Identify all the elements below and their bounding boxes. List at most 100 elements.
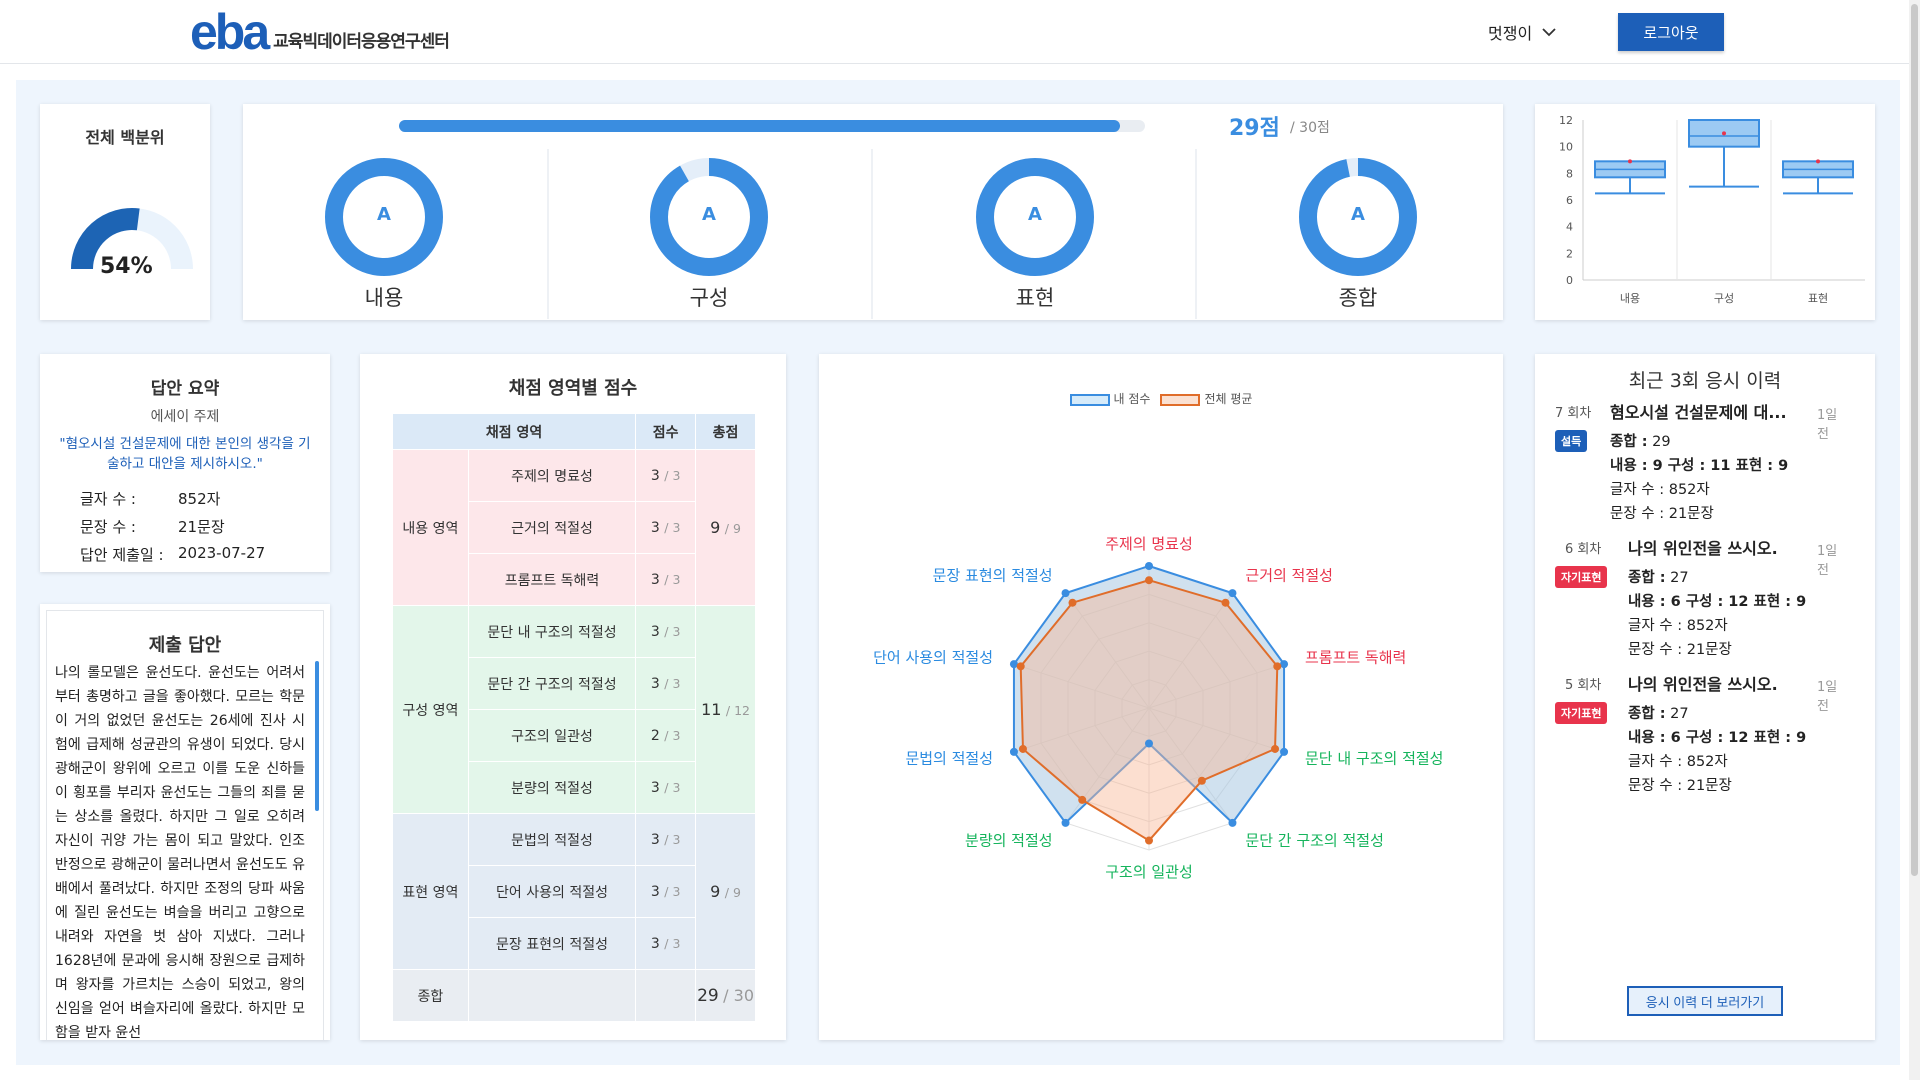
history-total: 종합 : 29 [1610, 430, 1671, 451]
criterion-label: 단어 사용의 적절성 [467, 865, 637, 918]
grade-letter: A [1028, 204, 1042, 225]
scrollbar-thumb[interactable] [1911, 4, 1918, 876]
history-total-value: 27 [1670, 706, 1689, 722]
answer-scrollbar[interactable] [315, 661, 319, 811]
history-question[interactable]: 나의 위인전을 쓰시오. [1628, 671, 1828, 695]
history-sentences: 문장 수 : 21문장 [1628, 778, 1732, 794]
history-question[interactable]: 나의 위인전을 쓰시오. [1628, 535, 1828, 559]
criterion-score: 3 / 3 [635, 553, 697, 606]
history-total-value: 29 [1652, 434, 1671, 450]
grade-letter: A [1351, 204, 1365, 225]
criterion-score: 3 / 3 [635, 657, 697, 710]
answer-title: 제출 답안 [148, 635, 222, 656]
radar-axis-label: 구조의 일관성 [1105, 863, 1193, 881]
genre-badge: 자기표현 [1555, 566, 1608, 588]
history-question[interactable]: 혐오시설 건설문제에 대... [1610, 399, 1810, 423]
radar-point [1016, 662, 1025, 671]
history-sentences: 문장 수 : 21문장 [1610, 506, 1714, 522]
radar-axis-label: 문단 내 구조의 적절성 [1305, 750, 1444, 768]
total-score-value: 29 [697, 985, 719, 1006]
submitted-answer-card: 제출 답안 나의 롤모델은 윤선도다. 윤선도는 어려서부터 총명하고 글을 좋… [40, 604, 330, 1040]
radar-point [1145, 836, 1153, 845]
history-parts: 내용 : 6 구성 : 12 표현 : 9 [1628, 730, 1807, 746]
top-header: eba 교육빅데이터응용연구센터 멋쟁이 로그아웃 [0, 0, 1920, 64]
score-value: 3 [650, 779, 660, 796]
summary-row: 문장 수 : 21문장 [80, 516, 225, 537]
table-header-row: 채점 영역 점수 총점 [391, 413, 756, 450]
history-total-value: 27 [1670, 570, 1689, 586]
group-total: 9 / 9 [695, 449, 756, 606]
score-max: / 3 [664, 831, 681, 847]
user-menu[interactable]: 멋쟁이 [1488, 20, 1556, 44]
score-value: 2 [650, 727, 660, 744]
score-value: 3 [650, 831, 660, 848]
history-round: 7 회차 [1555, 406, 1592, 421]
history-round: 6 회차 [1565, 542, 1602, 557]
score-table-title: 채점 영역별 점수 [508, 378, 638, 399]
eba-logo[interactable]: eba 교육빅데이터응용연구센터 [190, 4, 450, 60]
total-score-max: / 30 [723, 985, 755, 1005]
criterion-score: 2 / 3 [635, 709, 697, 762]
history-item[interactable]: 5 회차 나의 위인전을 쓰시오. 1일 전 자기표현 종합 : 27 내용 :… [1555, 674, 1845, 804]
page-scrollbar[interactable] [1909, 0, 1920, 1080]
group-total-value: 11 [701, 700, 722, 719]
radar-point [1197, 776, 1206, 785]
history-item[interactable]: 7 회차 혐오시설 건설문제에 대... 1일 전 설득 종합 : 29 내용 … [1555, 402, 1845, 532]
score-value: 3 [650, 675, 660, 692]
history-total: 종합 : 27 [1628, 566, 1689, 587]
history-chars: 글자 수 : 852자 [1628, 618, 1728, 634]
answer-summary-card: 답안 요약 에세이 주제 "혐오시설 건설문제에 대한 본인의 생각을 기술하고… [40, 354, 330, 572]
history-round: 5 회차 [1565, 678, 1602, 693]
logout-button[interactable]: 로그아웃 [1618, 13, 1724, 51]
radar-point [1145, 562, 1153, 570]
radar-axis-label: 문법의 적절성 [905, 750, 993, 768]
criterion-label: 문법의 적절성 [467, 813, 637, 866]
table-row: 내용 영역 주제의 명료성 3 / 39 / 9 [392, 449, 756, 606]
radar-axis-label: 프롬프트 독해력 [1305, 648, 1406, 666]
y-tick-label: 12 [1559, 114, 1573, 127]
group-name: 구성 영역 [392, 605, 469, 814]
radar-point [1018, 744, 1027, 753]
history-total-key: 종합 : [1610, 434, 1648, 450]
criterion-score: 3 / 3 [635, 761, 697, 814]
criterion-label: 주제의 명료성 [467, 449, 637, 502]
y-tick-label: 2 [1566, 247, 1573, 260]
score-max: / 3 [664, 467, 681, 483]
history-parts: 내용 : 9 구성 : 11 표현 : 9 [1610, 458, 1789, 474]
group-total-value: 9 [710, 882, 721, 901]
criterion-score: 3 / 3 [635, 917, 697, 970]
history-parts: 내용 : 6 구성 : 12 표현 : 9 [1628, 594, 1807, 610]
summary-subtitle: 에세이 주제 [150, 409, 220, 425]
mean-marker [1722, 131, 1726, 136]
history-item[interactable]: 6 회차 나의 위인전을 쓰시오. 1일 전 자기표현 종합 : 27 내용 :… [1555, 538, 1845, 668]
score-value: 3 [650, 623, 660, 640]
x-tick-label: 내용 [1620, 292, 1640, 305]
radar-point [1273, 662, 1282, 671]
score-max: / 3 [664, 779, 681, 795]
score-table-card: 채점 영역별 점수 채점 영역 점수 총점 내용 영역 주제의 명료성 3 / 39… [360, 354, 786, 1040]
answer-panel[interactable]: 제출 답안 나의 롤모델은 윤선도다. 윤선도는 어려서부터 총명하고 글을 좋… [46, 610, 324, 1040]
score-table: 채점 영역 점수 총점 내용 영역 주제의 명료성 3 / 39 / 9 근거의 적절… [391, 413, 756, 1022]
radar-point [1145, 576, 1153, 585]
empty-cell [467, 969, 637, 1022]
summary-title: 답안 요약 [150, 379, 220, 399]
grade-letter: A [702, 204, 716, 225]
x-tick-label: 구성 [1714, 292, 1734, 305]
total-score: 29점 [1229, 116, 1280, 141]
y-tick-label: 0 [1566, 274, 1573, 287]
criterion-score: 3 / 3 [635, 813, 697, 866]
score-max: / 3 [664, 623, 681, 639]
percentile-value: 54% [100, 254, 153, 279]
genre-badge: 자기표현 [1555, 702, 1608, 724]
history-total: 종합 : 27 [1628, 702, 1689, 723]
score-max: / 3 [664, 675, 681, 691]
score-value: 3 [650, 883, 660, 900]
logo-mark: eba [190, 4, 270, 60]
percentile-gauge [71, 208, 193, 270]
radar-point [1009, 747, 1018, 756]
category-label: 표현 [1015, 286, 1055, 310]
more-history-button[interactable]: 응시 이력 더 보러가기 [1627, 986, 1783, 1016]
history-title: 최근 3회 응시 이력 [1628, 370, 1782, 392]
radar-point [1061, 818, 1070, 827]
radar-point [1078, 795, 1087, 804]
